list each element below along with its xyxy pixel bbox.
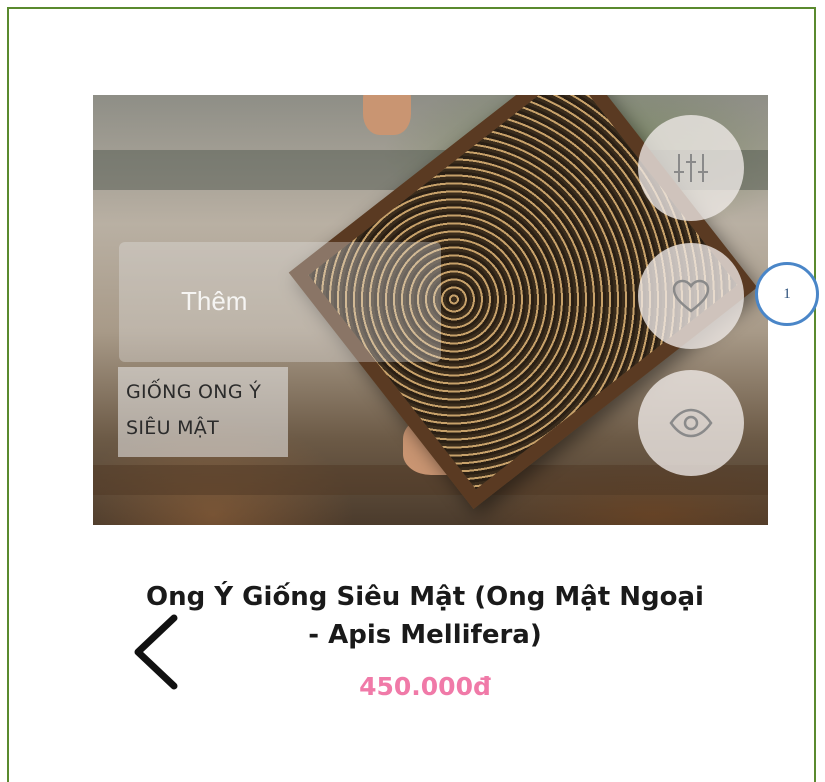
wishlist-button[interactable]	[638, 243, 744, 349]
hand-top	[363, 95, 411, 135]
product-title-line1: Ong Ý Giống Siêu Mật (Ong Mật Ngoại	[146, 582, 704, 612]
eye-icon	[669, 408, 713, 438]
annotation-badge: 1	[755, 262, 819, 326]
product-price: 450.000đ	[359, 672, 491, 701]
compare-button[interactable]	[638, 115, 744, 221]
breed-label: GIỐNG ONG Ý SIÊU MẬT	[118, 367, 288, 457]
breed-label-line2: SIÊU MẬT	[126, 417, 220, 439]
quickview-button[interactable]	[638, 370, 744, 476]
sliders-icon	[674, 154, 708, 182]
breed-label-line1: GIỐNG ONG Ý	[126, 381, 262, 403]
heart-icon	[672, 279, 710, 313]
add-to-cart-overlay[interactable]: Thêm	[119, 242, 441, 362]
product-image[interactable]: Thêm GIỐNG ONG Ý SIÊU MẬT	[93, 95, 768, 525]
add-to-cart-label: Thêm	[181, 286, 248, 316]
